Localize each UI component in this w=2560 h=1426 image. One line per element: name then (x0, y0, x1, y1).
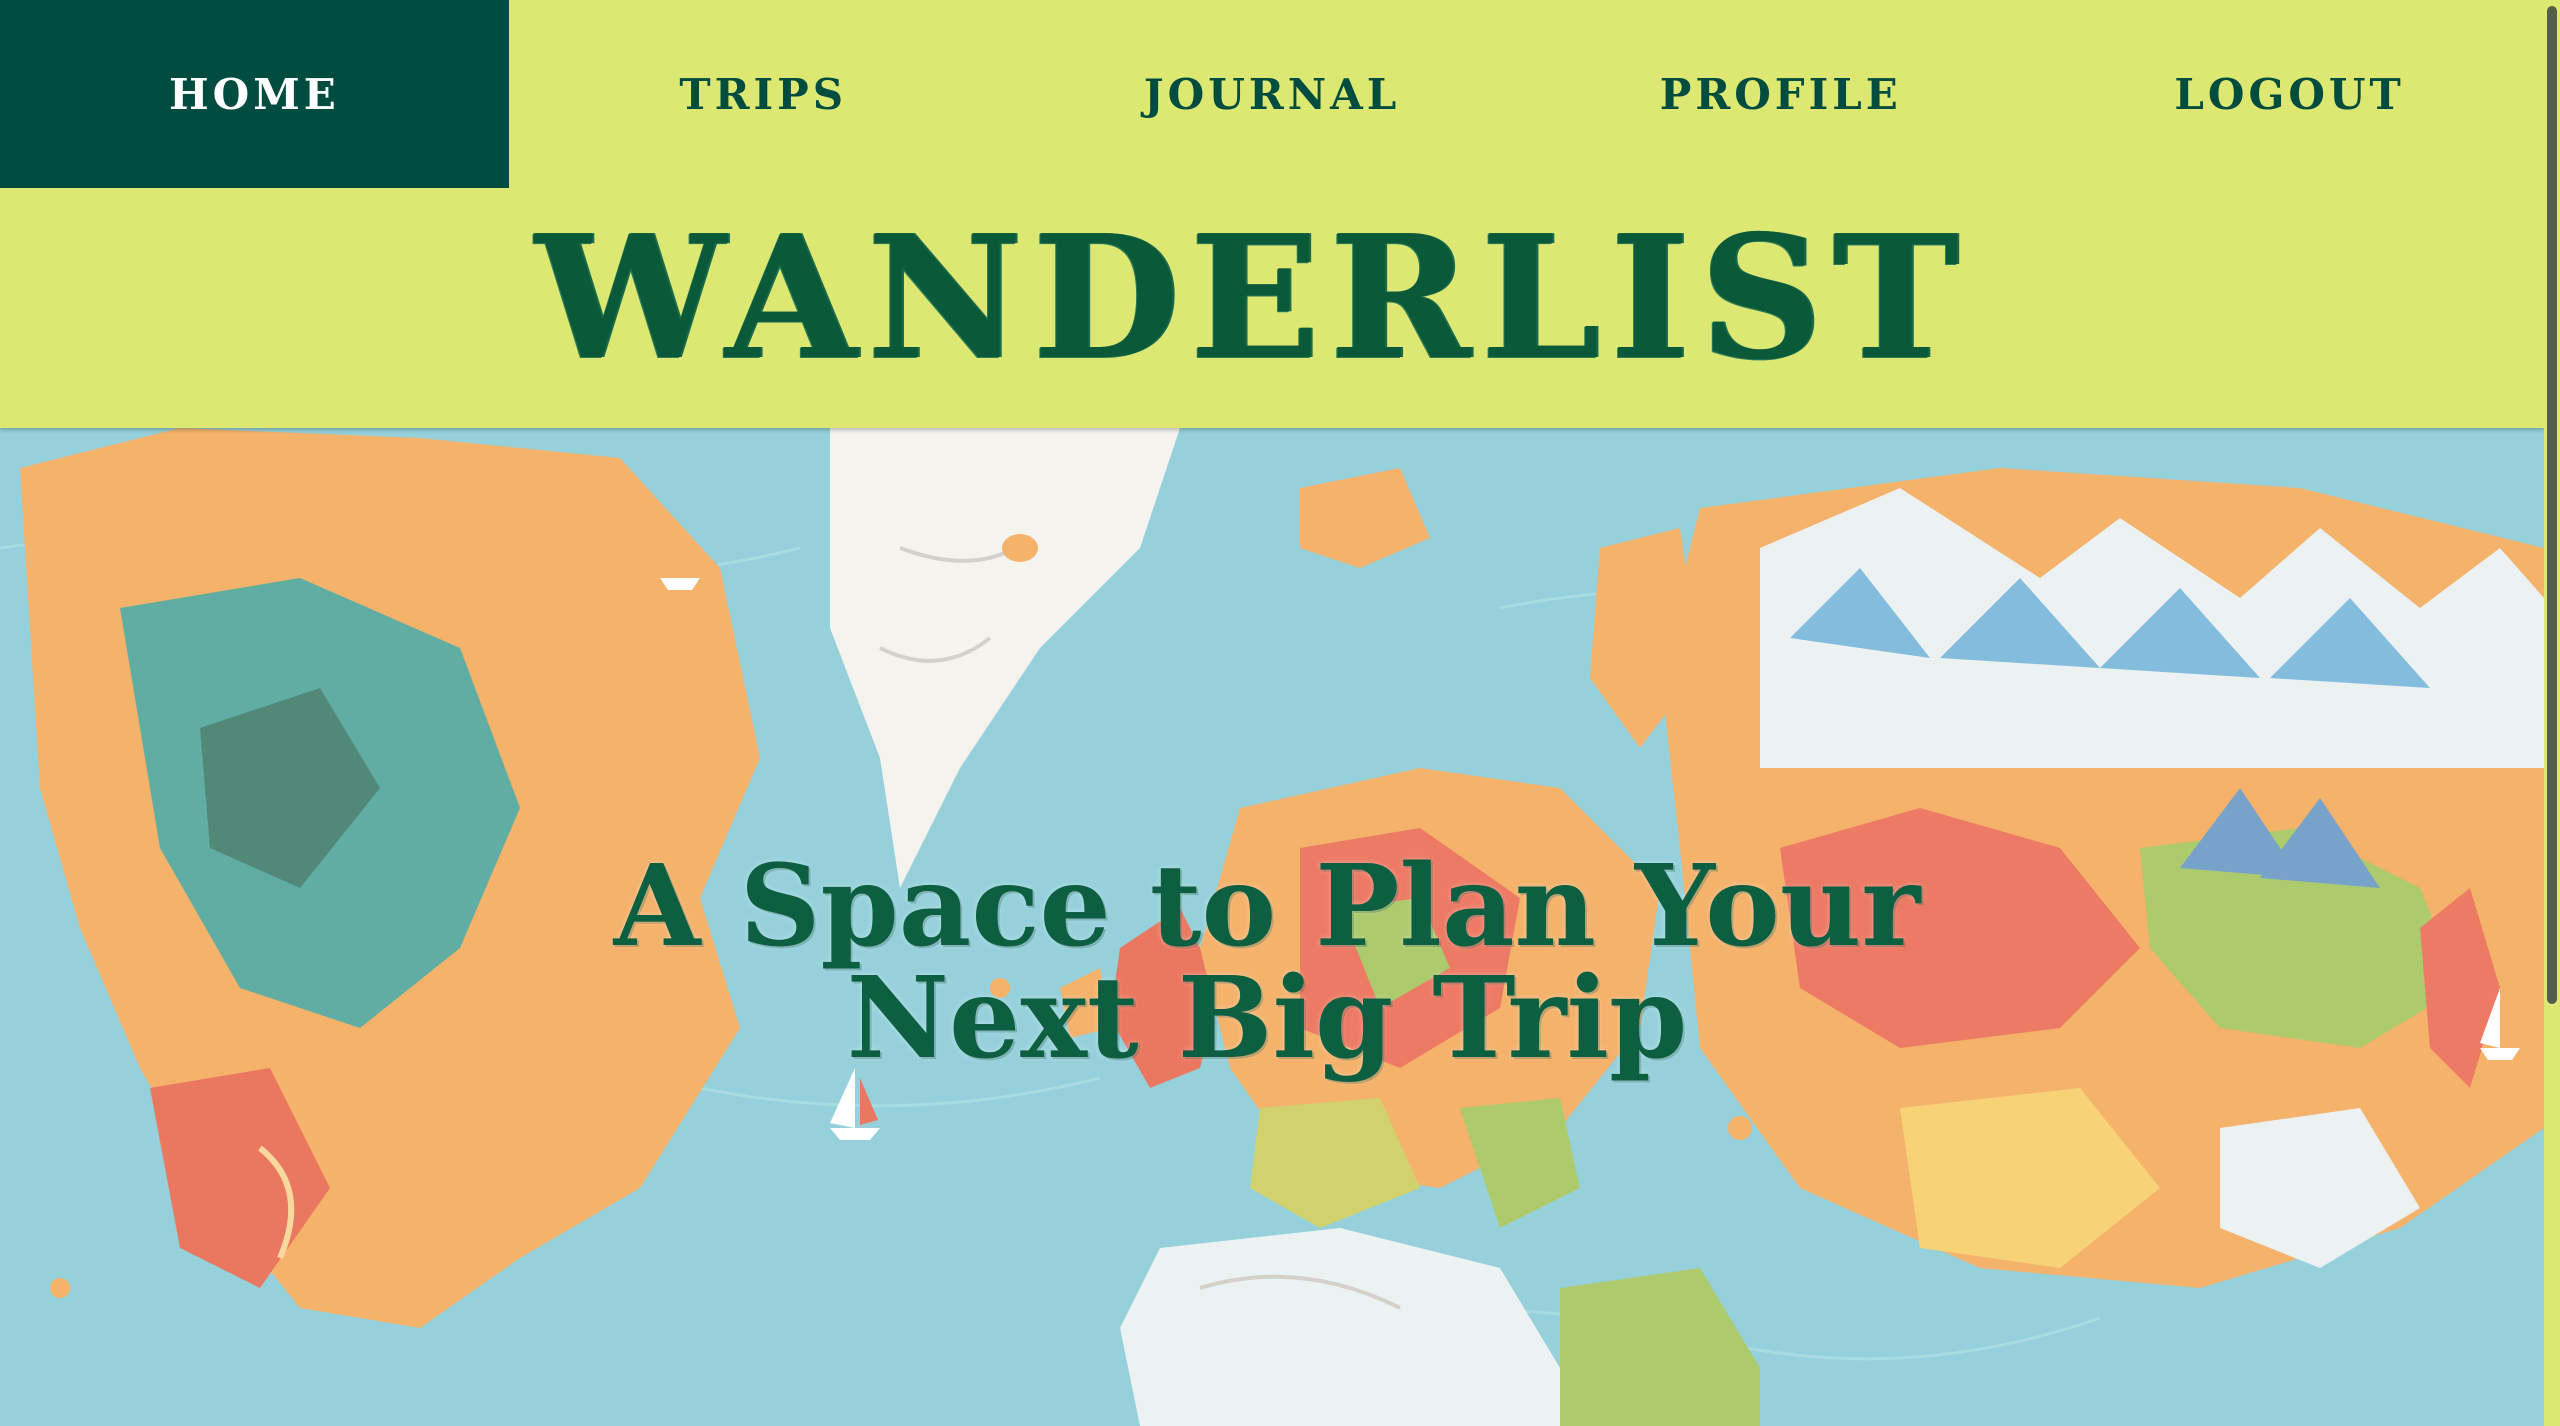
nav-profile[interactable]: PROFILE (1526, 0, 2035, 188)
hero-section: A Space to Plan Your Next Big Trip (0, 428, 2544, 1426)
main-nav: HOME TRIPS JOURNAL PROFILE LOGOUT (0, 0, 2544, 188)
tagline-line-1: A Space to Plan Your (613, 840, 1921, 972)
scrollbar-thumb[interactable] (2547, 6, 2557, 1004)
nav-trips[interactable]: TRIPS (509, 0, 1018, 188)
nav-home[interactable]: HOME (0, 0, 509, 188)
site-title: WANDERLIST (535, 198, 1969, 398)
nav-logout[interactable]: LOGOUT (2035, 0, 2544, 188)
page-scrollbar[interactable] (2544, 0, 2560, 1426)
hero-tagline: A Space to Plan Your Next Big Trip (0, 840, 2539, 1084)
tagline-line-2: Next Big Trip (846, 952, 1688, 1084)
site-header: WANDERLIST (0, 188, 2544, 428)
nav-journal[interactable]: JOURNAL (1018, 0, 1527, 188)
